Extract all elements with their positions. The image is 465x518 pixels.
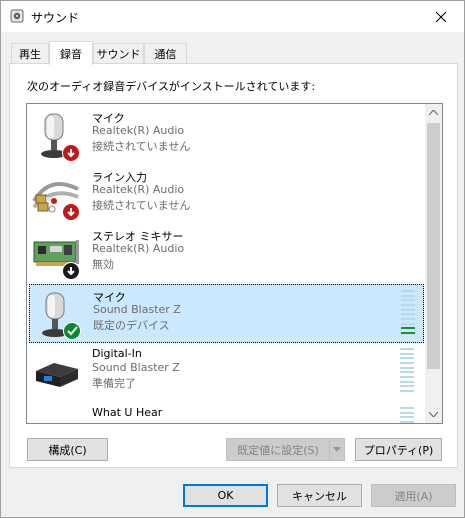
level-meter [400, 407, 414, 423]
down-arrow-red-icon [62, 203, 80, 221]
device-item[interactable]: ステレオ ミキサー Realtek(R) Audio 無効 [29, 224, 424, 283]
speaker-icon [10, 9, 24, 23]
tab-playback[interactable]: 再生 [11, 43, 49, 64]
apply-button[interactable]: 適用(A) [371, 484, 456, 507]
button-label: 既定値に設定(S) [237, 443, 319, 457]
tab-strip: 再生 録音 サウンド 通信 [9, 41, 458, 65]
device-item[interactable]: ライン入力 Realtek(R) Audio 接続されていません [29, 165, 424, 224]
device-driver: Sound Blaster Z [93, 303, 181, 316]
properties-button[interactable]: プロパティ(P) [355, 438, 442, 461]
device-name: What U Hear [92, 406, 163, 419]
device-driver: Realtek(R) Audio [92, 124, 185, 137]
button-label: 適用(A) [394, 489, 433, 503]
scroll-down-button[interactable] [425, 406, 442, 423]
button-label: OK [217, 489, 234, 502]
device-driver: Realtek(R) Audio [92, 183, 185, 196]
check-green-icon [63, 322, 81, 340]
device-driver: Realtek(R) Audio [92, 242, 185, 255]
configure-button[interactable]: 構成(C) [27, 438, 108, 461]
device-status: 接続されていません [92, 199, 191, 212]
device-status: 接続されていません [92, 140, 191, 153]
set-default-dropdown[interactable] [329, 438, 345, 461]
device-item-selected[interactable]: マイク Sound Blaster Z 既定のデバイス [29, 284, 424, 343]
device-list-description: 次のオーディオ録音デバイスがインストールされています: [27, 80, 316, 93]
device-name: Digital-In [92, 347, 142, 360]
scroll-up-button[interactable] [425, 104, 442, 121]
window-title: サウンド [31, 11, 80, 25]
button-label: 構成(C) [48, 443, 87, 457]
tab-label: 通信 [154, 48, 177, 61]
down-arrow-red-icon [62, 144, 80, 162]
scroll-thumb[interactable] [427, 123, 440, 369]
device-status: 準備完了 [92, 377, 136, 390]
chevron-down-icon [429, 412, 438, 417]
chevron-up-icon [429, 110, 438, 115]
device-list[interactable]: マイク Realtek(R) Audio 接続されていません ライン入力 Rea… [26, 103, 443, 424]
button-label: キャンセル [292, 489, 347, 503]
digital-in-icon [32, 349, 80, 397]
ok-button[interactable]: OK [183, 484, 268, 507]
sound-dialog: サウンド 再生 録音 サウンド 通信 次のオーディオ録音デバイスがインストールさ… [0, 0, 465, 518]
device-item[interactable]: What U Hear [29, 402, 424, 423]
tab-recording[interactable]: 録音 [49, 41, 93, 65]
level-meter [401, 290, 415, 334]
device-status: 既定のデバイス [93, 319, 170, 332]
device-driver: Sound Blaster Z [92, 361, 180, 374]
tab-label: 再生 [19, 48, 41, 61]
tab-communications[interactable]: 通信 [144, 43, 187, 64]
close-icon [436, 11, 446, 22]
down-arrow-black-icon [62, 262, 80, 280]
set-default-button[interactable]: 既定値に設定(S) [226, 438, 330, 461]
tab-label: 録音 [60, 47, 82, 61]
device-status: 無効 [92, 258, 114, 271]
button-label: プロパティ(P) [363, 443, 434, 457]
level-meter [400, 348, 414, 392]
chevron-down-icon [333, 447, 341, 452]
cancel-button[interactable]: キャンセル [277, 484, 362, 507]
device-item[interactable]: Digital-In Sound Blaster Z 準備完了 [29, 343, 424, 402]
tab-label: サウンド [96, 48, 141, 61]
device-item[interactable]: マイク Realtek(R) Audio 接続されていません [29, 106, 424, 165]
tab-sounds[interactable]: サウンド [93, 43, 144, 64]
close-button[interactable] [418, 1, 464, 32]
vertical-scrollbar[interactable] [425, 104, 442, 423]
title-bar: サウンド [1, 1, 464, 32]
recording-panel: 次のオーディオ録音デバイスがインストールされています: マイク Realtek(… [9, 63, 458, 468]
